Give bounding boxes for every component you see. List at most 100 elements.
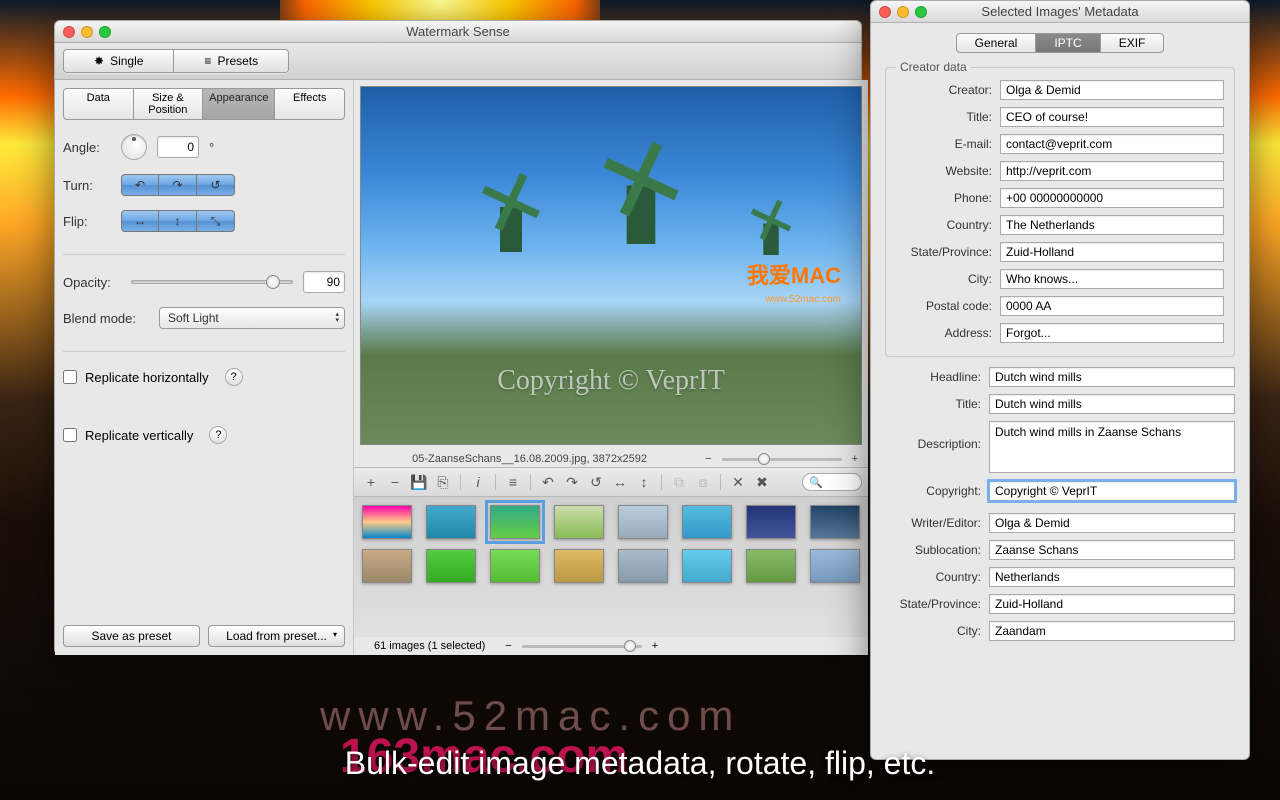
flip-v-button[interactable]: ↕ [159,210,197,232]
country2-input[interactable] [989,567,1235,587]
state-label: State/Province: [896,245,1000,259]
tab-appearance[interactable]: Appearance [203,88,275,120]
close-icon[interactable] [879,6,891,18]
zoom-icon[interactable] [915,6,927,18]
reset-rotate-icon[interactable]: ↺ [585,472,607,492]
state2-input[interactable] [989,594,1235,614]
clear-icon[interactable]: ✕ [727,472,749,492]
thumb-item[interactable] [618,549,668,583]
info-icon[interactable]: i [467,472,489,492]
rotate-ccw-icon[interactable]: ↶ [537,472,559,492]
state-input[interactable] [1000,242,1224,262]
city-input[interactable] [1000,269,1224,289]
save-preset-button[interactable]: Save as preset [63,625,200,647]
help-icon[interactable]: ? [209,426,227,444]
blend-mode-select[interactable]: Soft Light [159,307,345,329]
thumb-item[interactable] [490,505,540,539]
turn-cw-button[interactable]: ↷ [159,174,197,196]
creator-input[interactable] [1000,80,1224,100]
copyright-input[interactable] [989,481,1235,501]
save-icon[interactable]: 💾 [408,472,430,492]
close-icon[interactable] [63,26,75,38]
thumb-item[interactable] [362,505,412,539]
tab-effects[interactable]: Effects [275,88,345,120]
thumb-item[interactable] [810,505,860,539]
thumb-item[interactable] [746,549,796,583]
address-input[interactable] [1000,323,1224,343]
save-all-icon[interactable]: ⎘ [432,472,454,492]
zoom-out-icon[interactable]: − [505,640,511,652]
turn-ccw-button[interactable]: ↶ [121,174,159,196]
remove-icon[interactable]: − [384,472,406,492]
angle-dial[interactable] [121,134,147,160]
rotate-cw-icon[interactable]: ↷ [561,472,583,492]
zoom-out-icon[interactable]: − [705,453,711,465]
replicate-v-checkbox[interactable] [63,428,77,442]
thumb-zoom-slider[interactable] [522,645,642,648]
thumb-item[interactable] [426,505,476,539]
phone-input[interactable] [1000,188,1224,208]
rotate-ccw-icon: ↶ [135,178,145,192]
mode-single-button[interactable]: ✸Single [63,49,174,73]
thumb-item[interactable] [682,505,732,539]
turn-reset-button[interactable]: ↺ [197,174,235,196]
country-input[interactable] [1000,215,1224,235]
thumb-item[interactable] [554,505,604,539]
crop-icon: ⧉ [668,472,690,492]
email-label: E-mail: [896,137,1000,151]
thumb-item[interactable] [362,549,412,583]
zoom-icon[interactable] [99,26,111,38]
thumb-item[interactable] [490,549,540,583]
load-preset-button[interactable]: Load from preset... [208,625,345,647]
website-label: Website: [896,164,1000,178]
thumbnail-strip[interactable] [354,497,868,637]
divider [63,254,345,255]
tab-data[interactable]: Data [63,88,134,120]
title-input[interactable] [1000,107,1224,127]
tab-general[interactable]: General [956,33,1037,53]
add-icon[interactable]: + [360,472,382,492]
crop2-icon: ⧈ [692,472,714,492]
zoom-in-icon[interactable]: + [852,453,858,465]
city2-input[interactable] [989,621,1235,641]
opacity-input[interactable] [303,271,345,293]
thumb-item[interactable] [746,505,796,539]
thumb-item[interactable] [810,549,860,583]
description-input[interactable] [989,421,1235,473]
headline-input[interactable] [989,367,1235,387]
tab-exif[interactable]: EXIF [1101,33,1165,53]
clear-all-icon[interactable]: ✖ [751,472,773,492]
minimize-icon[interactable] [897,6,909,18]
title2-label: Title: [885,397,989,411]
thumb-item[interactable] [426,549,476,583]
website-input[interactable] [1000,161,1224,181]
angle-input[interactable] [157,136,199,158]
opacity-slider[interactable] [131,280,293,284]
titlebar[interactable]: Watermark Sense [55,21,861,43]
flip-v-icon[interactable]: ↕ [633,472,655,492]
minimize-icon[interactable] [81,26,93,38]
help-icon[interactable]: ? [225,368,243,386]
thumb-item[interactable] [554,549,604,583]
list-view-icon[interactable]: ≡ [502,472,524,492]
flip-both-button[interactable]: ⤡ [197,210,235,232]
flip-h-button[interactable]: ↔ [121,210,159,232]
preview-image[interactable]: 我爱MAC www.52mac.com Copyright © VeprIT [360,86,862,445]
sublocation-input[interactable] [989,540,1235,560]
titlebar[interactable]: Selected Images' Metadata [871,1,1249,23]
postal-input[interactable] [1000,296,1224,316]
thumb-item[interactable] [682,549,732,583]
title2-input[interactable] [989,394,1235,414]
tab-iptc[interactable]: IPTC [1036,33,1100,53]
mode-presets-button[interactable]: ≡Presets [174,49,289,73]
writer-input[interactable] [989,513,1235,533]
zoom-in-icon[interactable]: + [652,640,658,652]
replicate-h-checkbox[interactable] [63,370,77,384]
email-input[interactable] [1000,134,1224,154]
writer-label: Writer/Editor: [885,516,989,530]
thumb-item[interactable] [618,505,668,539]
search-input[interactable]: 🔍 [802,473,862,491]
preview-zoom-slider[interactable] [722,458,842,461]
tab-size-position[interactable]: Size & Position [134,88,204,120]
flip-h-icon[interactable]: ↔ [609,472,631,492]
